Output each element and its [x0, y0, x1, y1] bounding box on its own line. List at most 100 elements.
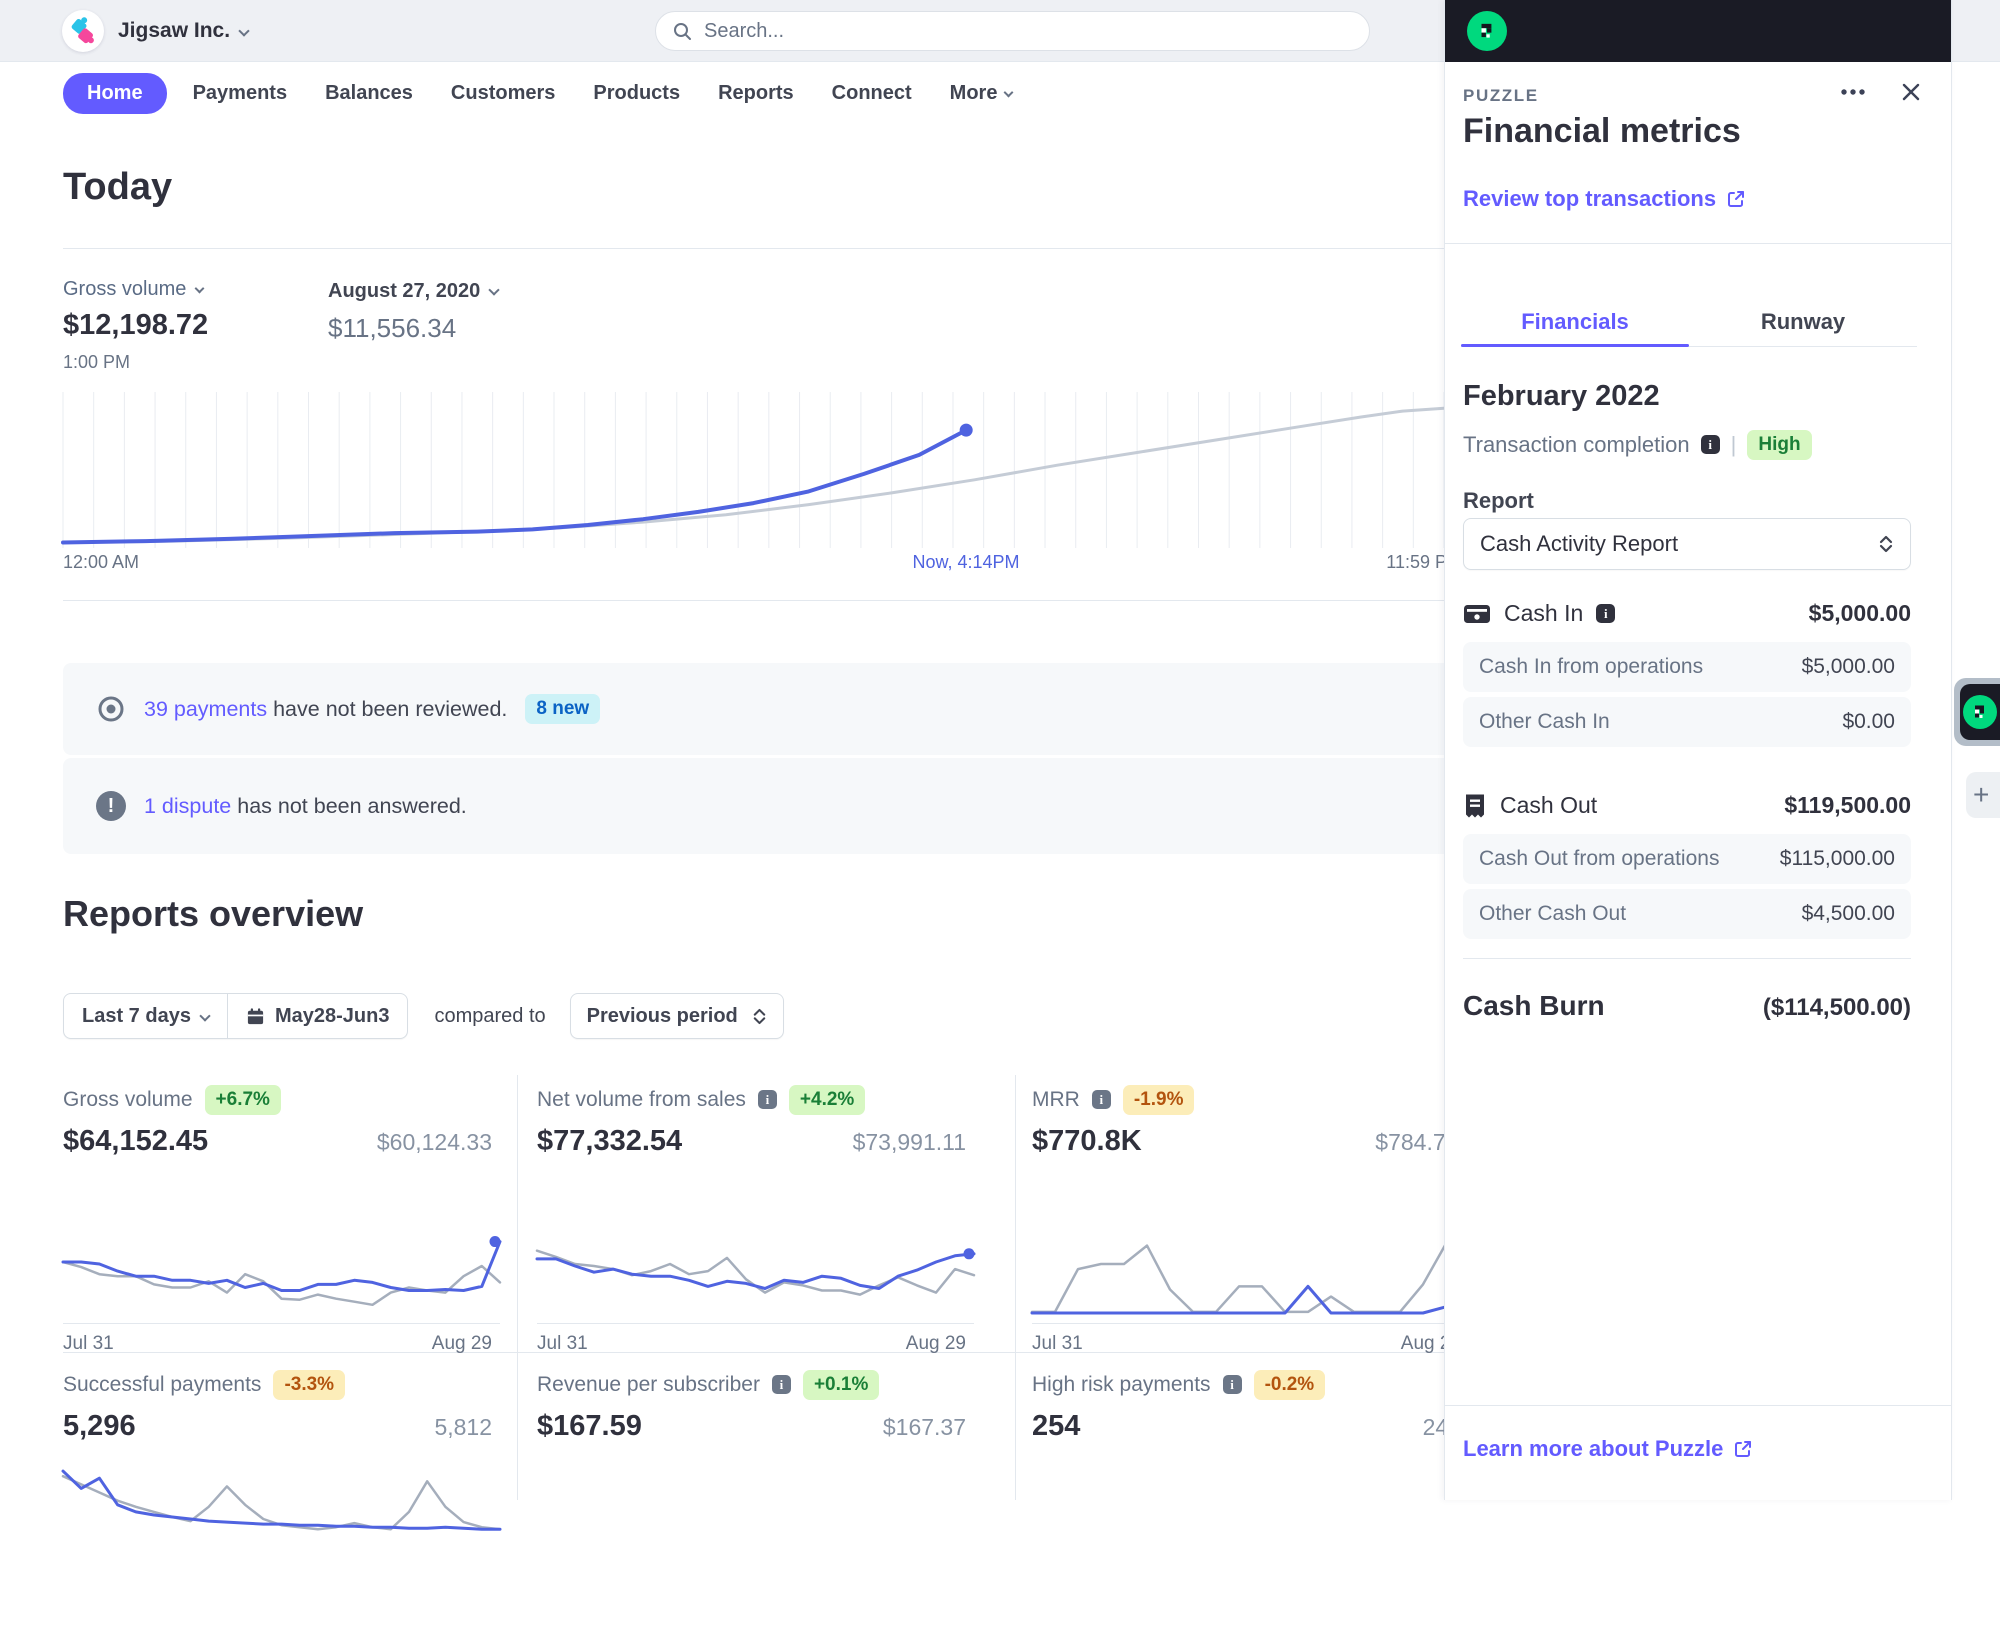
puzzle-logo-icon — [1467, 11, 1507, 51]
card-value: $77,332.54 — [537, 1124, 683, 1157]
today-chart-axis: 12:00 AM Now, 4:14PM 11:59 PM — [63, 552, 1470, 576]
plus-icon: + — [1973, 779, 1990, 810]
nav-item-customers[interactable]: Customers — [439, 73, 567, 114]
card-label: MRR — [1032, 1087, 1080, 1111]
month-heading: February 2022 — [1463, 380, 1660, 412]
search-icon — [674, 23, 691, 40]
card-high-risk-payments: High risk payments i -0.2% 254 245 — [1032, 1370, 1469, 1640]
close-icon[interactable] — [1899, 80, 1923, 104]
nav-item-connect[interactable]: Connect — [820, 73, 924, 114]
divider — [1032, 1323, 1469, 1324]
divider — [1445, 243, 1951, 244]
payments-notice-text: 39 payments have not been reviewed. — [144, 696, 508, 721]
info-icon[interactable]: i — [1700, 435, 1720, 455]
divider — [1445, 1405, 1951, 1406]
axis-label-start: Jul 31 — [1032, 1333, 1083, 1354]
card-compare-value: $73,991.11 — [852, 1128, 966, 1155]
nav-item-payments[interactable]: Payments — [181, 73, 300, 114]
date-picker-button[interactable]: May28-Jun3 — [226, 994, 407, 1038]
tab-financials[interactable]: Financials — [1461, 298, 1689, 347]
puzzle-panel-header — [1445, 0, 1951, 62]
info-icon[interactable]: i — [757, 1090, 777, 1110]
jigsaw-logo-icon[interactable] — [62, 9, 104, 52]
divider — [1015, 1075, 1016, 1500]
range-dropdown[interactable]: Last 7 days — [64, 994, 227, 1038]
divider — [63, 1323, 500, 1324]
alert-icon: ! — [96, 791, 126, 821]
delta-badge: -1.9% — [1122, 1085, 1195, 1115]
compare-date-selector[interactable]: August 27, 2020 — [328, 280, 500, 303]
gross-volume-value: $12,198.72 — [63, 309, 209, 341]
card-value: 5,296 — [63, 1409, 136, 1442]
account-switcher[interactable]: Jigsaw Inc. — [118, 19, 230, 43]
cash-out-total: $119,500.00 — [1784, 792, 1911, 818]
delta-badge: +6.7% — [204, 1085, 281, 1115]
compare-period-select[interactable]: Previous period — [569, 993, 784, 1039]
panel-actions — [1839, 80, 1923, 104]
report-label: Report — [1463, 488, 1534, 513]
puzzle-logo-icon — [1963, 695, 1997, 729]
payments-link[interactable]: 39 payments — [144, 697, 267, 721]
info-icon[interactable]: i — [771, 1375, 791, 1395]
divider — [63, 248, 1444, 249]
info-icon[interactable]: i — [1596, 604, 1616, 623]
divider — [537, 1323, 974, 1324]
reports-cards-grid: Gross volume +6.7% $64,152.45 $60,124.33… — [61, 1075, 1471, 1531]
report-select[interactable]: Cash Activity Report — [1463, 518, 1911, 570]
puzzle-app-button[interactable] — [1960, 684, 2000, 740]
today-heading: Today — [63, 166, 173, 208]
separator: | — [1730, 431, 1737, 457]
card-label: Gross volume — [63, 1087, 193, 1111]
completion-badge: High — [1747, 430, 1812, 460]
reports-filter-row: Last 7 days May28-Jun3 compared to Previ… — [63, 993, 784, 1039]
overflow-menu-icon[interactable] — [1839, 87, 1873, 97]
puzzle-brand-label: PUZZLE — [1463, 86, 1539, 105]
external-link-icon — [1728, 191, 1745, 207]
card-compare-value: 5,812 — [434, 1413, 492, 1440]
axis-label-start: Jul 31 — [63, 1333, 114, 1354]
search-bar[interactable] — [655, 11, 1370, 51]
cash-in-row: Cash In from operations $5,000.00 — [1463, 642, 1911, 692]
reports-overview-heading: Reports overview — [63, 893, 364, 934]
nav-item-home[interactable]: Home — [63, 72, 167, 114]
chevron-down-icon — [199, 1010, 211, 1022]
dispute-link[interactable]: 1 dispute — [144, 794, 231, 818]
card-value: $770.8K — [1032, 1124, 1142, 1157]
nav-item-products[interactable]: Products — [581, 73, 692, 114]
nav-item-reports[interactable]: Reports — [706, 73, 806, 114]
card-label: Successful payments — [63, 1372, 262, 1396]
nav-item-more[interactable]: More — [938, 73, 1025, 114]
add-app-button[interactable]: + — [1966, 772, 2000, 818]
panel-tabs: Financials Runway — [1461, 298, 1917, 347]
compare-date-metric: August 27, 2020 $11,556.34 — [328, 280, 500, 344]
app-dock-tray — [1954, 678, 2000, 746]
nav-item-balances[interactable]: Balances — [313, 73, 425, 114]
search-input[interactable] — [702, 18, 1353, 44]
completion-label: Transaction completion — [1463, 431, 1690, 457]
calendar-icon — [247, 1007, 264, 1024]
chevron-down-icon — [194, 283, 205, 294]
cash-out-label: Cash Out — [1500, 792, 1598, 818]
learn-more-link[interactable]: Learn more about Puzzle — [1463, 1436, 1753, 1462]
delta-badge: +4.2% — [788, 1085, 866, 1115]
axis-label-now: Now, 4:14PM — [912, 552, 1020, 572]
review-top-transactions-link[interactable]: Review top transactions — [1463, 186, 1746, 212]
axis-label-start: 12:00 AM — [63, 552, 140, 572]
chevron-down-icon — [238, 24, 250, 37]
gross-volume-metric: Gross volume $12,198.72 1:00 PM — [63, 278, 208, 373]
info-icon[interactable]: i — [1222, 1375, 1242, 1395]
card-label: High risk payments — [1032, 1372, 1211, 1396]
gross-volume-selector[interactable]: Gross volume — [63, 278, 208, 301]
cash-out-row: Cash Out from operations $115,000.00 — [1463, 834, 1911, 884]
card-compare-value: $60,124.33 — [376, 1128, 492, 1155]
cash-in-row: Other Cash In $0.00 — [1463, 697, 1911, 747]
tab-runway[interactable]: Runway — [1689, 298, 1917, 346]
card-value: $167.59 — [537, 1409, 642, 1442]
delta-badge: -0.2% — [1253, 1370, 1326, 1400]
card-compare-value: $167.37 — [882, 1413, 966, 1440]
card-value: 254 — [1032, 1409, 1081, 1442]
puzzle-app-panel: PUZZLE Financial metrics Review top tran… — [1444, 0, 1952, 1500]
info-icon[interactable]: i — [1091, 1090, 1111, 1110]
card-label: Net volume from sales — [537, 1087, 746, 1111]
axis-label-end: Aug 29 — [905, 1333, 966, 1354]
